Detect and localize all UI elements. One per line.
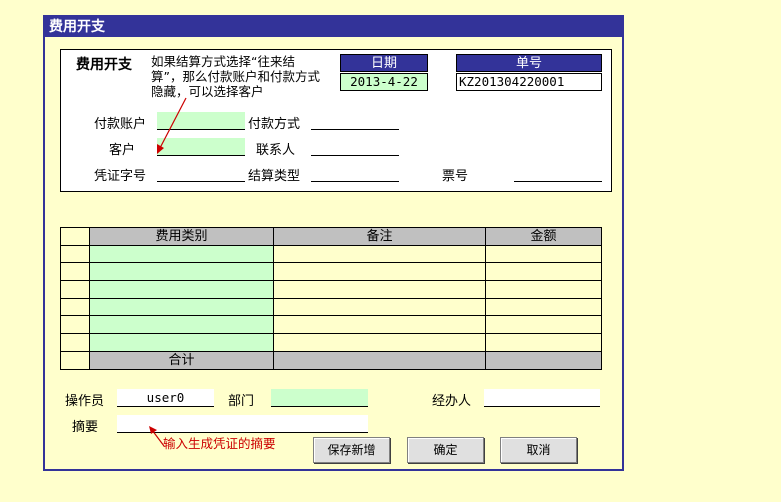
total-amount-cell [485,350,602,370]
customer-field[interactable] [157,138,245,156]
note-cell[interactable] [273,333,486,352]
table-header-row: 费用类别 备注 金额 [60,227,602,246]
row-number-cell [60,297,90,317]
pay-method-field[interactable] [311,112,399,130]
total-row: 合计 [60,350,602,370]
contact-field[interactable] [311,138,399,156]
pay-account-label: 付款账户 [94,117,147,132]
note-cell[interactable] [273,315,486,335]
table-row [60,297,602,317]
row-number-cell [60,244,90,264]
table-row [60,333,602,352]
table-row [60,244,602,264]
total-label: 合计 [89,350,274,370]
expense-table: 费用类别 备注 金额 合计 [60,227,602,370]
amount-cell[interactable] [485,333,602,352]
amount-cell[interactable] [485,244,602,264]
dept-label: 部门 [228,394,255,409]
settle-type-field[interactable] [311,164,399,182]
dept-field[interactable] [271,389,368,407]
panel-title: 费用开支 [76,57,132,73]
note-cell[interactable] [273,262,486,282]
note-cell[interactable] [273,244,486,264]
date-label: 日期 [340,54,428,72]
expense-type-cell[interactable] [89,280,274,299]
row-number-cell [60,333,90,352]
settle-type-label: 结算类型 [248,169,301,184]
header-panel: 费用开支 如果结算方式选择“往来结算”，那么付款账户和付款方式隐藏，可以选择客户… [60,49,612,192]
pay-method-label: 付款方式 [248,117,301,132]
date-field[interactable]: 2013-4-22 [340,73,428,91]
row-number-cell [60,350,90,370]
number-label: 单号 [456,54,602,72]
window-title: 费用开支 [45,17,622,37]
summary-field[interactable] [117,415,368,433]
voucher-label: 凭证字号 [94,169,147,184]
table-row [60,280,602,299]
column-header: 费用类别 [89,227,274,246]
hint-text: 如果结算方式选择“往来结算”，那么付款账户和付款方式隐藏，可以选择客户 [151,54,320,99]
summary-hint-text: 输入生成凭证的摘要 [163,436,276,451]
ticket-label: 票号 [442,169,469,184]
total-note-cell [273,350,486,370]
contact-label: 联系人 [256,143,296,158]
note-cell[interactable] [273,280,486,299]
handler-label: 经办人 [432,394,472,409]
row-number-cell [60,262,90,282]
row-number-header [60,227,90,246]
save-new-button[interactable]: 保存新增 [313,437,390,463]
number-field: KZ201304220001 [456,73,602,91]
table-row [60,262,602,282]
expense-type-cell[interactable] [89,262,274,282]
operator-field: user0 [117,389,214,407]
table-row [60,315,602,335]
row-number-cell [60,280,90,299]
expense-type-cell[interactable] [89,244,274,264]
customer-label: 客户 [109,143,136,158]
note-cell[interactable] [273,297,486,317]
amount-cell[interactable] [485,262,602,282]
expense-type-cell[interactable] [89,297,274,317]
ok-button[interactable]: 确定 [407,437,484,463]
expense-type-cell[interactable] [89,333,274,352]
handler-field[interactable] [484,389,600,407]
voucher-field[interactable] [157,164,245,182]
ticket-field[interactable] [514,164,602,182]
column-header: 金额 [485,227,602,246]
expense-type-cell[interactable] [89,315,274,335]
amount-cell[interactable] [485,280,602,299]
operator-label: 操作员 [65,394,105,409]
expense-window: 费用开支 费用开支 如果结算方式选择“往来结算”，那么付款账户和付款方式隐藏，可… [43,15,624,471]
summary-label: 摘要 [72,420,99,435]
pay-account-field[interactable] [157,112,245,130]
amount-cell[interactable] [485,315,602,335]
cancel-button[interactable]: 取消 [500,437,577,463]
amount-cell[interactable] [485,297,602,317]
column-header: 备注 [273,227,486,246]
row-number-cell [60,315,90,335]
